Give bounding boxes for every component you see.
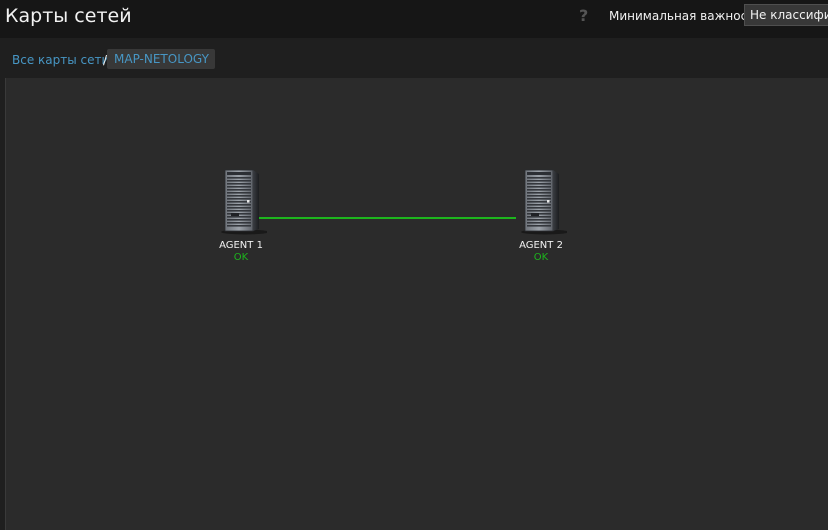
host-status-label: OK	[533, 252, 549, 263]
host-name-label: AGENT 2	[519, 240, 563, 251]
host-name-label: AGENT 1	[219, 240, 263, 251]
map-links-layer	[254, 217, 516, 219]
server-rack-icon	[521, 169, 567, 235]
server-rack-icon	[221, 169, 267, 235]
min-severity-label: Минимальная важность	[609, 9, 762, 23]
network-map-canvas: AGENT 1 OK AGENT 2 OK	[5, 78, 828, 530]
help-icon[interactable]: ?	[579, 6, 588, 25]
host-status-label: OK	[233, 252, 249, 263]
min-severity-select[interactable]: Не классифицировано	[744, 4, 828, 26]
page-title: Карты сетей	[5, 5, 132, 27]
breadcrumb-current-map[interactable]: MAP-NETOLOGY	[107, 49, 215, 69]
map-host-agent-1[interactable]: AGENT 1 OK	[196, 169, 286, 264]
page-header: Карты сетей ? Минимальная важность Не кл…	[0, 0, 828, 38]
breadcrumb-all-maps-link[interactable]: Все карты сети	[12, 53, 109, 67]
breadcrumb: Все карты сети / MAP-NETOLOGY	[0, 38, 828, 78]
map-host-agent-2[interactable]: AGENT 2 OK	[496, 169, 586, 264]
